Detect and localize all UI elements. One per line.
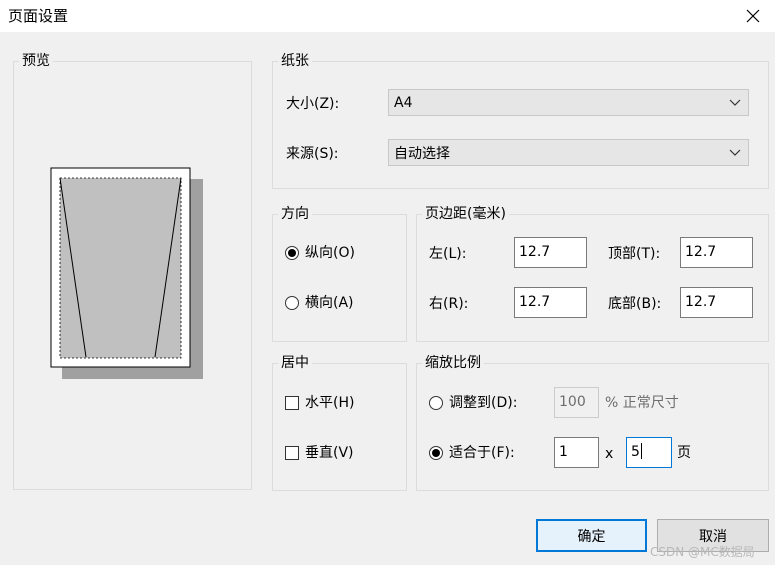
landscape-label[interactable]: 横向(A) [305, 294, 354, 312]
margin-left-label: 左(L): [429, 246, 467, 262]
radio-dot [288, 249, 296, 257]
watermark: CSDN @MC数据局 [650, 545, 755, 559]
close-icon [746, 9, 760, 23]
paper-size-value: A4 [394, 94, 413, 111]
fit-pages-tall-value: 5 [631, 444, 640, 460]
fit-pages-wide-input[interactable]: 1 [554, 437, 599, 468]
adjust-to-label[interactable]: 调整到(D): [449, 394, 517, 412]
center-vertical-label[interactable]: 垂直(V) [305, 444, 354, 462]
paper-source-select[interactable]: 自动选择 [388, 139, 749, 166]
margin-bottom-label: 底部(B): [608, 296, 662, 312]
paper-source-label: 来源(S): [286, 146, 339, 162]
landscape-radio[interactable] [285, 296, 299, 310]
preview-legend: 预览 [19, 52, 53, 70]
margins-group [416, 214, 769, 342]
scale-group [416, 363, 769, 491]
margins-legend: 页边距(毫米) [422, 205, 509, 223]
radio-dot [432, 449, 440, 457]
center-vertical-checkbox[interactable] [285, 446, 299, 460]
margin-top-label: 顶部(T): [608, 246, 661, 262]
orientation-group [272, 214, 407, 342]
paper-source-value: 自动选择 [394, 145, 450, 162]
paper-size-select[interactable]: A4 [388, 89, 749, 116]
paper-group [272, 61, 769, 189]
dialog-title: 页面设置 [8, 7, 69, 25]
fit-pages-tall-input[interactable]: 5 [626, 437, 672, 468]
margin-left-input[interactable]: 12.7 [514, 237, 587, 268]
portrait-label[interactable]: 纵向(O) [305, 244, 355, 262]
fit-pages-suffix: 页 [677, 445, 691, 461]
center-horizontal-checkbox[interactable] [285, 396, 299, 410]
page-preview [50, 167, 205, 381]
margin-bottom-input[interactable]: 12.7 [680, 287, 753, 318]
paper-legend: 纸张 [278, 52, 312, 70]
center-legend: 居中 [278, 354, 312, 372]
margin-right-label: 右(R): [429, 296, 469, 312]
ok-button[interactable]: 确定 [536, 519, 647, 552]
paper-size-label: 大小(Z): [286, 96, 340, 112]
fit-to-label[interactable]: 适合于(F): [449, 444, 515, 462]
adjust-to-radio[interactable] [429, 396, 443, 410]
margin-top-input[interactable]: 12.7 [680, 237, 753, 268]
orientation-legend: 方向 [278, 205, 312, 223]
adjust-percent-input[interactable]: 100 [554, 387, 599, 418]
title-bar [0, 0, 775, 32]
fit-to-radio[interactable] [429, 446, 443, 460]
close-button[interactable] [739, 2, 767, 30]
text-caret [640, 443, 642, 459]
chevron-down-icon [729, 99, 741, 106]
fit-times-label: x [605, 446, 614, 462]
chevron-down-icon [729, 149, 741, 156]
adjust-suffix: % 正常尺寸 [605, 395, 679, 411]
center-group [272, 363, 407, 491]
portrait-radio[interactable] [285, 246, 299, 260]
margin-right-input[interactable]: 12.7 [514, 287, 587, 318]
scale-legend: 缩放比例 [422, 354, 484, 372]
center-horizontal-label[interactable]: 水平(H) [305, 394, 354, 412]
